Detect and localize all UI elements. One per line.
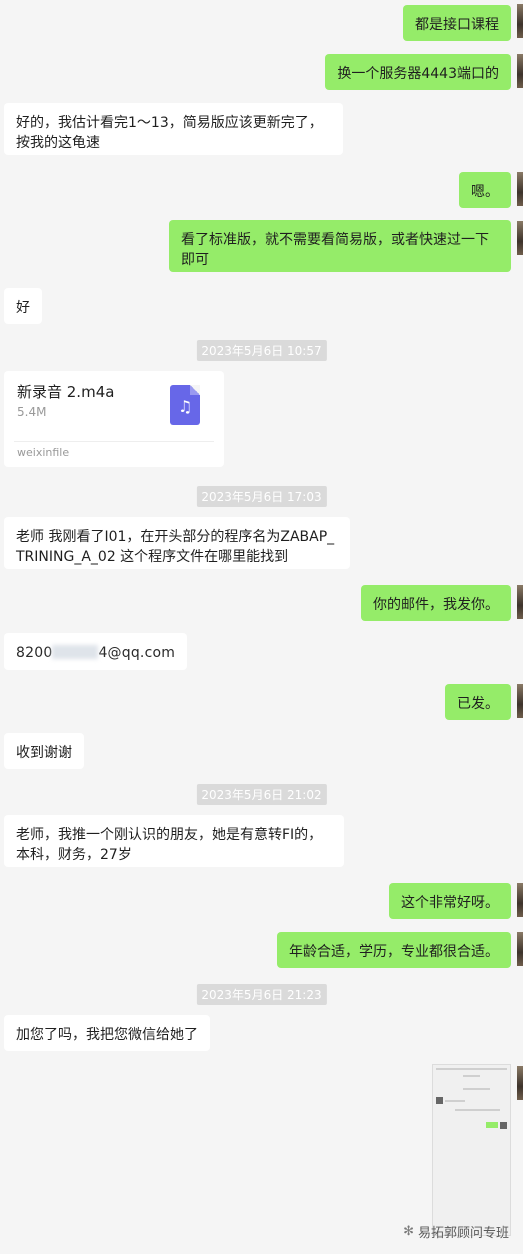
divider [14,441,214,442]
outgoing-message[interactable]: 这个非常好呀。 [389,883,511,919]
outgoing-message[interactable]: 都是接口课程 [403,5,511,41]
audio-file-icon: ♫ [170,385,200,425]
timestamp: 2023年5月6日 10:57 [196,340,327,361]
incoming-message[interactable]: 老师 我刚看了I01，在开头部分的程序名为ZABAP_TRINING_A_02 … [4,517,350,569]
my-avatar[interactable] [517,4,523,38]
incoming-message-email[interactable]: 8200 4@qq.com [4,633,188,670]
watermark: ✻ 易拓郭顾问专班 [403,1222,509,1241]
outgoing-message[interactable]: 嗯。 [459,172,511,208]
my-avatar[interactable] [517,54,523,88]
my-avatar[interactable] [517,883,523,917]
my-avatar[interactable] [517,221,523,255]
redacted-blur [52,645,99,659]
outgoing-message[interactable]: 你的邮件，我发你。 [361,585,511,621]
outgoing-message[interactable]: 换一个服务器4443端口的 [325,54,511,90]
timestamp: 2023年5月6日 17:03 [196,486,327,507]
outgoing-message[interactable]: 已发。 [445,684,511,720]
incoming-message[interactable]: 好的，我估计看完1～13，简易版应该更新完了，按我的这龟速 [4,103,343,155]
my-avatar[interactable] [517,1066,523,1100]
my-avatar[interactable] [517,684,523,718]
my-avatar[interactable] [517,585,523,619]
incoming-message[interactable]: 好 [4,288,42,324]
file-name: 新录音 2.m4a [17,383,115,401]
email-prefix: 8200 [16,645,53,661]
my-avatar[interactable] [517,932,523,966]
incoming-message[interactable]: 加您了吗，我把您微信给她了 [4,1015,210,1051]
file-message-card[interactable]: 新录音 2.m4a 5.4M ♫ weixinfile [4,371,224,467]
file-source: weixinfile [17,446,70,459]
timestamp: 2023年5月6日 21:02 [196,784,327,805]
file-size: 5.4M [17,405,47,419]
timestamp: 2023年5月6日 21:23 [196,984,327,1005]
incoming-message[interactable]: 收到谢谢 [4,733,84,769]
my-avatar[interactable] [517,172,523,206]
outgoing-message[interactable]: 看了标准版，就不需要看简易版，或者快速过一下即可 [169,220,511,272]
watermark-text: 易拓郭顾问专班 [417,1226,509,1241]
email-suffix: 4@qq.com [98,645,176,661]
incoming-message[interactable]: 老师，我推一个刚认识的朋友，她是有意转FI的，本科，财务，27岁 [4,815,344,867]
wechat-official-icon: ✻ [403,1224,414,1239]
image-message-thumbnail[interactable] [432,1064,511,1236]
outgoing-message[interactable]: 年龄合适，学历，专业都很合适。 [277,932,511,968]
